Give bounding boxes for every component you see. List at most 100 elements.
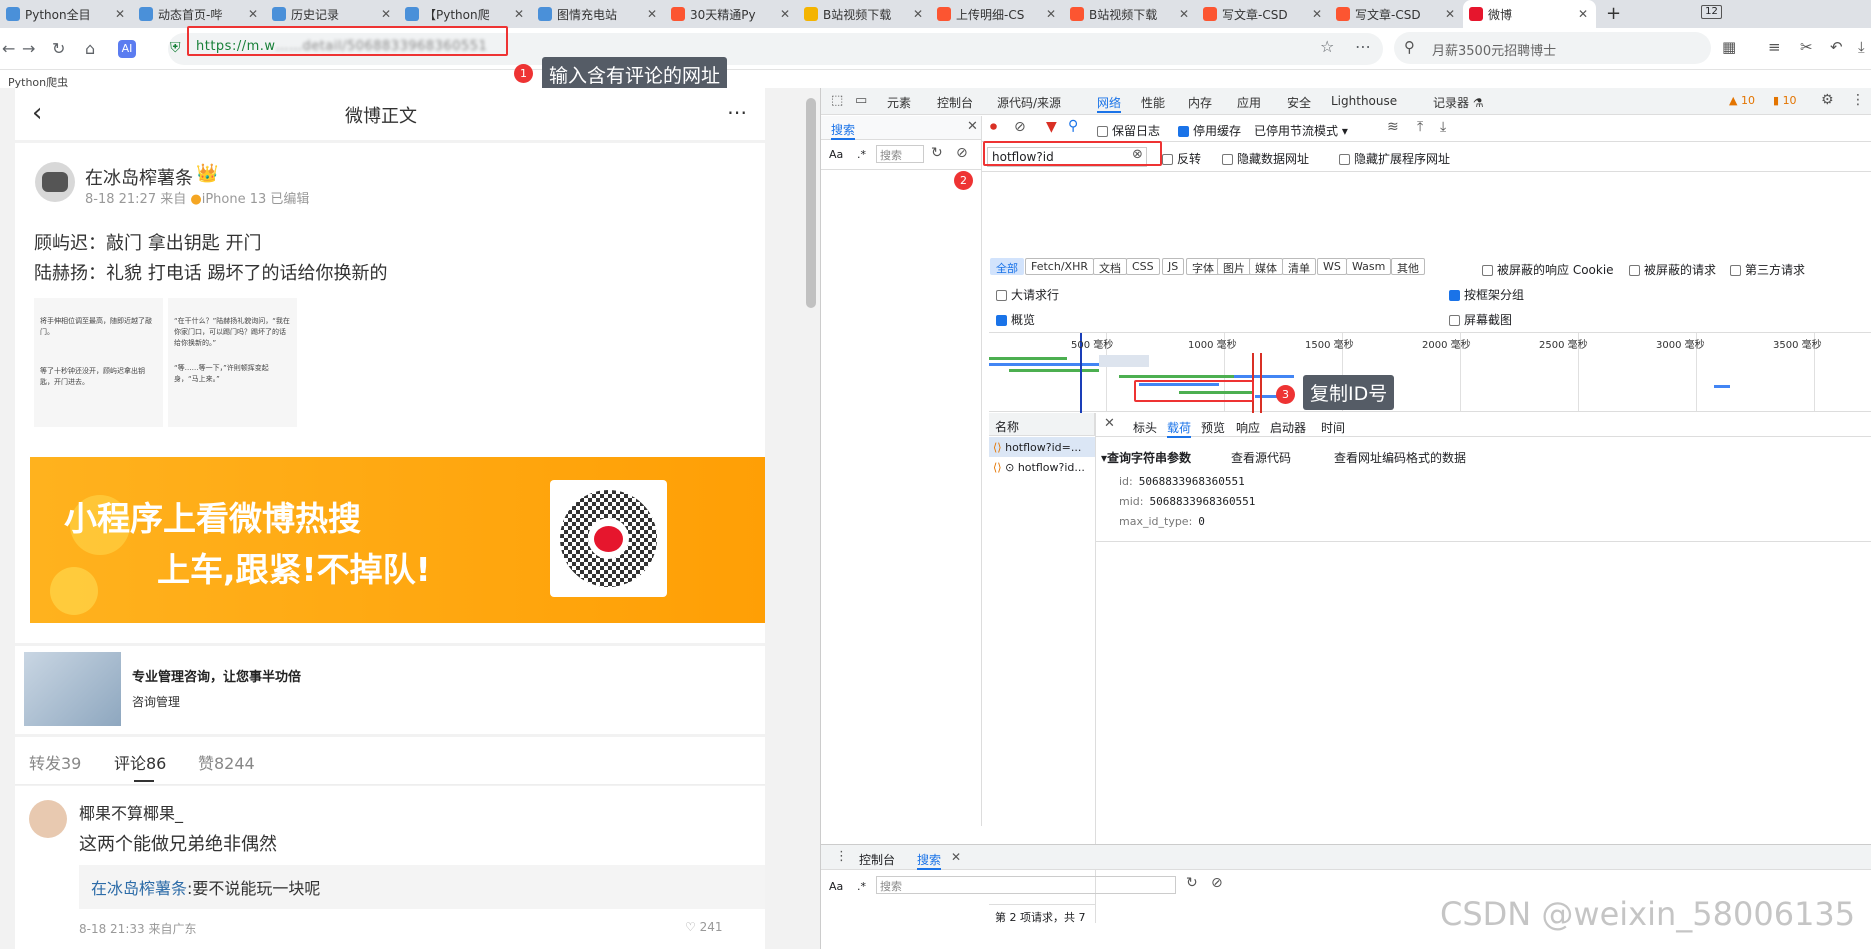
more-icon[interactable]: ⋯ xyxy=(1355,37,1371,56)
home-icon[interactable]: ⌂ xyxy=(85,37,95,61)
detail-tab[interactable]: 启动器 xyxy=(1270,419,1306,436)
wifi-icon[interactable]: ≋ xyxy=(1387,119,1399,135)
reading-list-icon[interactable]: ≡ xyxy=(1768,38,1781,56)
tab-count-badge[interactable]: 12 xyxy=(1701,5,1722,19)
resource-filter-chip[interactable]: 文档 xyxy=(1093,258,1127,275)
resource-filter-chip[interactable]: CSS xyxy=(1126,258,1160,275)
drawer-clear-icon[interactable]: ⊘ xyxy=(1211,875,1223,891)
reload-icon[interactable]: ↻ xyxy=(52,37,65,61)
close-tab-icon[interactable]: ✕ xyxy=(1179,7,1189,21)
page-scrollbar[interactable] xyxy=(806,98,816,308)
close-tab-icon[interactable]: ✕ xyxy=(913,7,923,21)
drawer-search-input[interactable]: 搜索 xyxy=(876,876,1176,894)
browser-tab[interactable]: 写文章-CSD ✕ xyxy=(1330,0,1463,28)
big-rows-option[interactable]: 大请求行 xyxy=(996,286,1059,303)
third-party-filter[interactable]: 第三方请求 xyxy=(1730,261,1805,278)
close-tab-icon[interactable]: ✕ xyxy=(115,7,125,21)
drawer-match-case[interactable]: Aa xyxy=(829,880,843,893)
browser-tab[interactable]: 微博 ✕ xyxy=(1463,0,1596,28)
more-options-icon[interactable]: ⋯ xyxy=(727,100,747,124)
detail-tab[interactable]: 预览 xyxy=(1201,419,1225,436)
browser-tab[interactable]: 动态首页-哔 ✕ xyxy=(133,0,266,28)
hide-data-urls-option[interactable]: 隐藏数据网址 xyxy=(1222,150,1309,167)
miniprogram-banner[interactable]: 小程序上看微博热搜 上车,跟紧!不掉队! xyxy=(30,457,765,623)
close-tab-icon[interactable]: ✕ xyxy=(1578,7,1588,21)
comment-count[interactable]: 评论86 xyxy=(114,750,166,774)
browser-tab[interactable]: 30天精通Py ✕ xyxy=(665,0,798,28)
request-row-1[interactable]: ⟨⟩ hotflow?id=... xyxy=(989,437,1095,457)
new-tab-icon[interactable]: + xyxy=(1596,0,1631,28)
drawer-regex[interactable]: .* xyxy=(857,880,866,893)
refresh-search-icon[interactable]: ↻ xyxy=(931,145,943,161)
blocked-requests-filter[interactable]: 被屏蔽的请求 xyxy=(1629,261,1716,278)
repost-count[interactable]: 转发39 xyxy=(29,750,81,774)
devtools-tab[interactable]: 内存 xyxy=(1188,94,1212,111)
browser-tab[interactable]: 历史记录 ✕ xyxy=(266,0,399,28)
resource-filter-chip[interactable]: Fetch/XHR xyxy=(1025,258,1094,275)
query-params-section[interactable]: ▾查询字符串参数 xyxy=(1101,449,1191,466)
resource-filter-chip[interactable]: 媒体 xyxy=(1249,258,1283,275)
close-tab-icon[interactable]: ✕ xyxy=(248,7,258,21)
close-tab-icon[interactable]: ✕ xyxy=(1046,7,1056,21)
filter-icon[interactable]: ▼ xyxy=(1046,119,1057,135)
query-param-row[interactable]: mid: 5068833968360551 xyxy=(1119,495,1255,508)
disable-cache-option[interactable]: 停用缓存 xyxy=(1178,122,1241,139)
like-count[interactable]: 赞8244 xyxy=(198,750,255,774)
resource-filter-chip[interactable]: 清单 xyxy=(1282,258,1316,275)
browser-tab[interactable]: 写文章-CSD ✕ xyxy=(1197,0,1330,28)
screenshots-option[interactable]: 屏幕截图 xyxy=(1449,311,1512,328)
group-by-frame-option[interactable]: 按框架分组 xyxy=(1449,286,1524,303)
resource-filter-chip[interactable]: JS xyxy=(1162,258,1185,275)
name-column-header[interactable]: 名称 xyxy=(989,413,1095,436)
param-value[interactable]: 5068833968360551 xyxy=(1139,475,1245,488)
regex-toggle[interactable]: .* xyxy=(857,148,866,161)
settings-gear-icon[interactable]: ⚙ xyxy=(1821,92,1834,108)
devtools-tab[interactable]: 性能 xyxy=(1141,94,1165,111)
browser-tab[interactable]: B站视频下载 ✕ xyxy=(1064,0,1197,28)
preserve-log-option[interactable]: 保留日志 xyxy=(1097,122,1160,139)
devtools-tab[interactable]: 网络 xyxy=(1097,94,1122,113)
hide-extension-urls-option[interactable]: 隐藏扩展程序网址 xyxy=(1339,150,1450,167)
close-tab-icon[interactable]: ✕ xyxy=(381,7,391,21)
forward-icon[interactable]: → xyxy=(22,37,35,61)
device-toggle-icon[interactable]: ▭ xyxy=(855,93,867,108)
clear-log-icon[interactable]: ⊘ xyxy=(1014,119,1026,135)
download-icon[interactable]: ⤓ xyxy=(1858,38,1865,56)
resource-filter-chip[interactable]: 字体 xyxy=(1186,258,1220,275)
avatar[interactable] xyxy=(35,162,75,202)
record-icon[interactable]: ⏺ xyxy=(990,119,997,135)
resource-filter-chip[interactable]: 全部 xyxy=(990,258,1024,275)
devtools-tab[interactable]: 控制台 xyxy=(937,94,973,111)
close-tab-icon[interactable]: ✕ xyxy=(647,7,657,21)
star-icon[interactable]: ☆ xyxy=(1320,37,1334,56)
close-tab-icon[interactable]: ✕ xyxy=(514,7,524,21)
warning-count[interactable]: ▲ 10 xyxy=(1729,94,1755,107)
match-case-toggle[interactable]: Aa xyxy=(829,148,843,161)
drawer-menu-icon[interactable]: ⋮ xyxy=(835,849,848,864)
export-har-icon[interactable]: ⤓ xyxy=(1440,119,1446,135)
back-icon[interactable]: ← xyxy=(2,37,15,61)
close-tab-icon[interactable]: ✕ xyxy=(780,7,790,21)
ai-icon[interactable]: AI xyxy=(118,40,136,58)
back-arrow-icon[interactable]: ‹ xyxy=(32,98,42,128)
comment-reply[interactable]: 在冰岛榨薯条:要不说能玩一块呢 xyxy=(79,865,765,909)
resource-filter-chip[interactable]: 图片 xyxy=(1217,258,1251,275)
browser-tab[interactable]: B站视频下载 ✕ xyxy=(798,0,931,28)
ad-card[interactable]: 专业管理咨询，让您事半功倍 咨询管理 xyxy=(15,646,765,734)
detail-tab[interactable]: 响应 xyxy=(1236,419,1260,436)
detail-tab[interactable]: 载荷 xyxy=(1167,419,1192,438)
search-network-icon[interactable]: ⚲ xyxy=(1068,118,1078,134)
param-value[interactable]: 5068833968360551 xyxy=(1149,495,1255,508)
throttle-select[interactable]: 已停用节流模式 ▾ xyxy=(1254,122,1348,139)
param-value[interactable]: 0 xyxy=(1198,515,1205,528)
resource-filter-chip[interactable]: Wasm xyxy=(1346,258,1392,275)
detail-tab[interactable]: 标头 xyxy=(1133,419,1157,436)
comment-like-count[interactable]: ♡ 241 xyxy=(685,920,722,934)
close-drawer-tab-icon[interactable]: ✕ xyxy=(951,850,961,864)
browser-tab[interactable]: 【Python爬 ✕ xyxy=(399,0,532,28)
invert-option[interactable]: 反转 xyxy=(1162,150,1201,167)
devtools-tab[interactable]: 元素 xyxy=(887,94,911,111)
issue-count[interactable]: ▮ 10 xyxy=(1773,94,1797,107)
devtools-tab[interactable]: 应用 xyxy=(1237,94,1261,111)
detail-tab[interactable]: 时间 xyxy=(1321,419,1345,436)
